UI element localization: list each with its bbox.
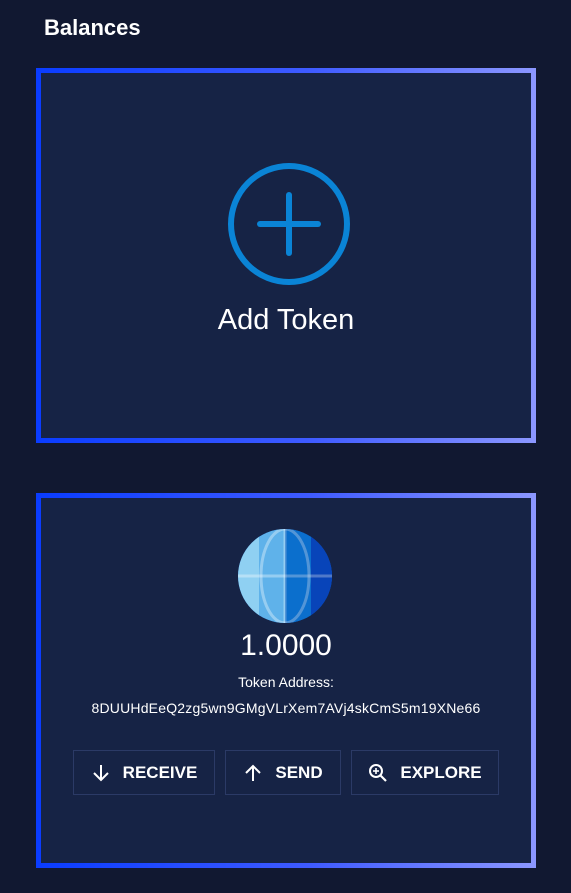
explore-button-label: EXPLORE	[400, 762, 482, 782]
zoom-in-icon	[369, 763, 388, 782]
arrow-down-icon	[92, 764, 109, 781]
add-token-label: Add Token	[217, 304, 355, 336]
send-button-label: SEND	[275, 762, 323, 782]
send-button[interactable]: SEND	[225, 750, 341, 795]
globe-icon	[238, 529, 332, 623]
balances-page: Balances Add Token 1.0000 Token Address:…	[0, 0, 571, 893]
token-address: 8DUUHdEeQ2zg5wn9GMgVLrXem7AVj4skCmS5m19X…	[91, 700, 481, 716]
token-balance-card: 1.0000 Token Address: 8DUUHdEeQ2zg5wn9GM…	[36, 493, 536, 868]
arrow-up-icon	[245, 764, 262, 781]
receive-button-label: RECEIVE	[122, 762, 198, 782]
receive-button[interactable]: RECEIVE	[73, 750, 215, 795]
add-token-card[interactable]: Add Token	[36, 68, 536, 443]
token-address-label: Token Address:	[238, 674, 334, 690]
page-title: Balances	[44, 15, 141, 40]
explore-button[interactable]: EXPLORE	[351, 750, 499, 795]
plus-circle-icon	[228, 163, 350, 285]
token-balance: 1.0000	[240, 629, 332, 662]
